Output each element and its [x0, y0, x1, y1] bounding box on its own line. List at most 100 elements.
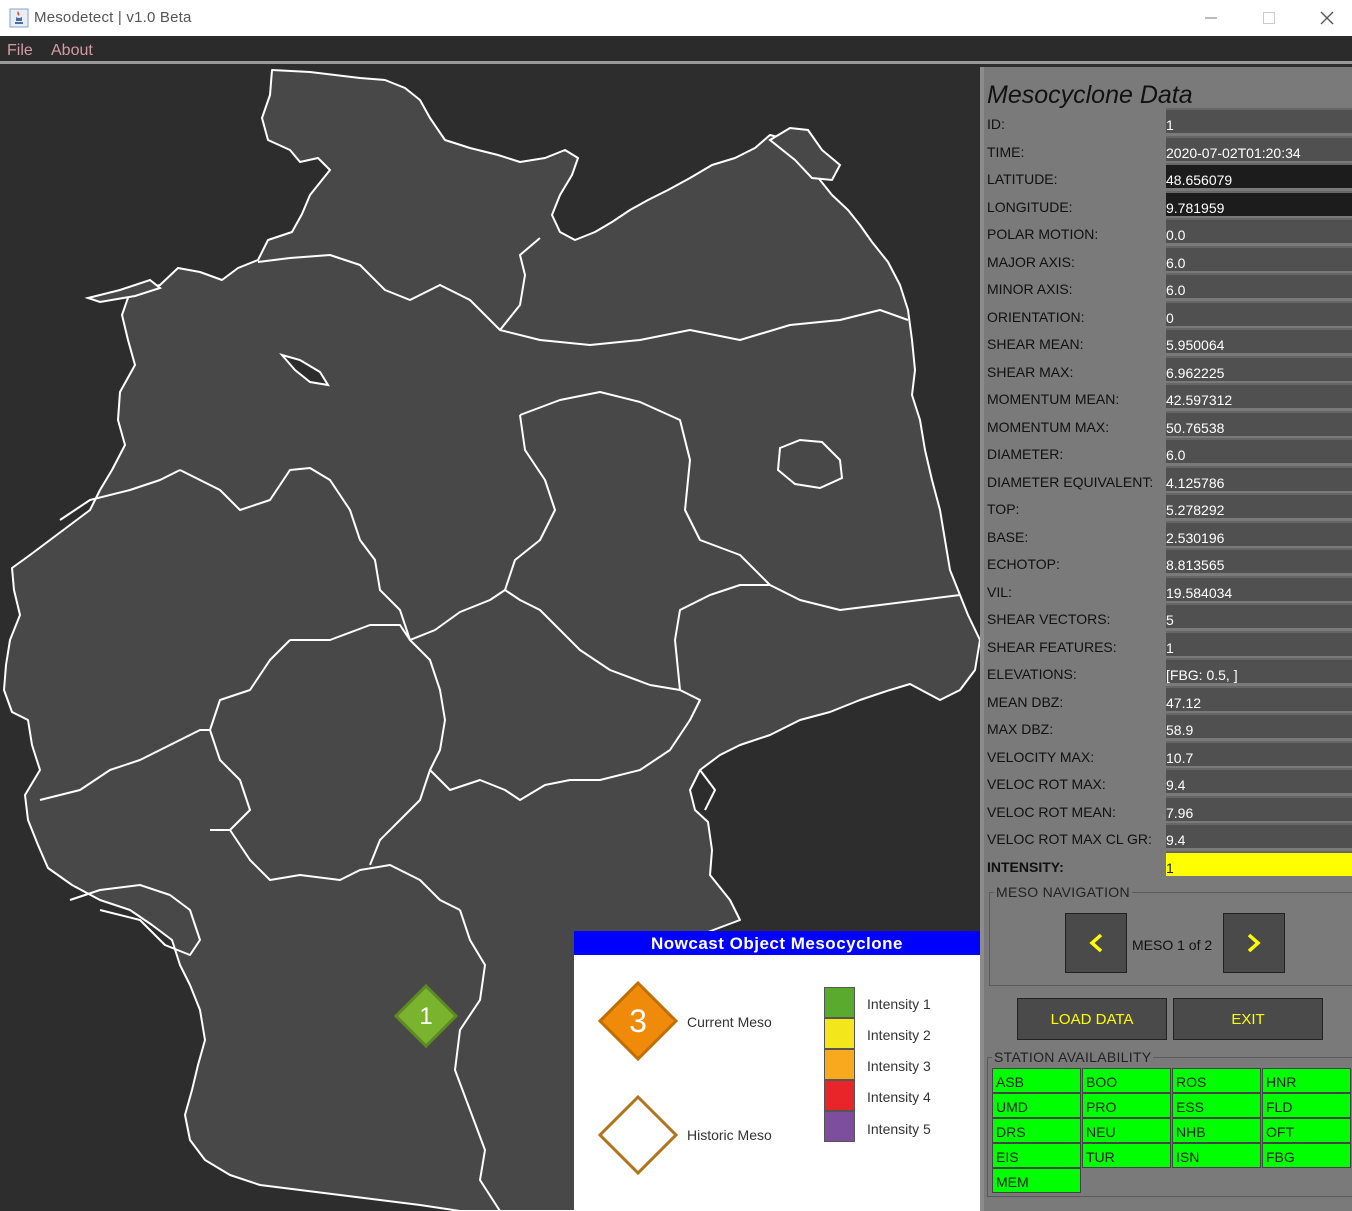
field-value[interactable]: 6.962225 — [1166, 355, 1352, 381]
menu-about[interactable]: About — [51, 42, 93, 60]
field-label: SHEAR MEAN: — [987, 336, 1084, 352]
field-value[interactable]: 6.0 — [1166, 245, 1352, 271]
field-label: ID: — [987, 116, 1005, 132]
field-label: ECHOTOP: — [987, 556, 1060, 572]
field-label: MOMENTUM MAX: — [987, 418, 1110, 435]
field-value[interactable]: 0 — [1166, 300, 1352, 326]
station-hnr: HNR — [1262, 1068, 1351, 1093]
field-value[interactable]: 9.4 — [1166, 823, 1352, 848]
menu-file[interactable]: File — [7, 42, 33, 60]
current-meso-icon: 3 — [598, 980, 679, 1062]
legend-title: Nowcast Object Mesocyclone — [574, 931, 980, 955]
close-button[interactable] — [1298, 0, 1352, 36]
field-value[interactable]: 48.656079 — [1166, 163, 1352, 188]
field-label: DIAMETER: — [987, 446, 1064, 462]
station-ros: ROS — [1172, 1068, 1261, 1093]
field-value[interactable]: 58.9 — [1166, 713, 1352, 738]
map-panel[interactable]: 1 Nowcast Object Mesocyclone 3 Current M… — [0, 67, 980, 1211]
chevron-left-icon — [1089, 933, 1103, 953]
station-eis: EIS — [992, 1143, 1081, 1168]
field-label: ORIENTATION: — [987, 308, 1085, 325]
field-label: VELOCITY MAX: — [987, 748, 1095, 765]
field-value[interactable]: [FBG: 0.5, ] — [1166, 658, 1352, 683]
field-value[interactable]: 9.4 — [1166, 768, 1352, 793]
station-availability-title: STATION AVAILABILITY — [992, 1049, 1154, 1065]
field-value[interactable]: 1 — [1166, 850, 1352, 876]
field-label: LONGITUDE: — [987, 198, 1073, 215]
intensity-3-swatch — [824, 1049, 855, 1080]
close-icon — [1320, 11, 1334, 25]
field-value[interactable]: 19.584034 — [1166, 575, 1352, 601]
field-label: LATITUDE: — [987, 171, 1058, 187]
field-value[interactable]: 6.0 — [1166, 273, 1352, 298]
field-value[interactable]: 4.125786 — [1166, 465, 1352, 491]
field-label: VELOC ROT MAX: — [987, 776, 1106, 792]
field-label: VELOC ROT MAX CL GR: — [987, 831, 1152, 847]
station-pro: PRO — [1082, 1093, 1171, 1118]
field-label: SHEAR FEATURES: — [987, 638, 1117, 655]
field-value[interactable]: 2020-07-02T01:20:34 — [1166, 135, 1352, 161]
exit-button[interactable]: EXIT — [1173, 998, 1323, 1040]
field-label: SHEAR VECTORS: — [987, 611, 1111, 627]
meso-navigation-group: MESO NAVIGATION MESO 1 of 2 — [989, 884, 1352, 986]
intensity-5-swatch — [824, 1111, 855, 1142]
maximize-icon — [1263, 12, 1275, 24]
intensity-5-label: Intensity 5 — [867, 1121, 931, 1137]
field-label: SHEAR MAX: — [987, 363, 1074, 380]
svg-text:3: 3 — [629, 1003, 647, 1039]
intensity-2-swatch — [824, 1018, 855, 1049]
field-label: BASE: — [987, 528, 1029, 545]
station-oft: OFT — [1262, 1118, 1351, 1143]
legend-panel: Nowcast Object Mesocyclone 3 Current Mes… — [574, 931, 980, 1211]
meso-count: MESO 1 of 2 — [1132, 937, 1213, 953]
field-label: INTENSITY: — [987, 858, 1064, 875]
field-label: TOP: — [987, 501, 1020, 517]
field-label: MAX DBZ: — [987, 721, 1054, 737]
field-label: MOMENTUM MEAN: — [987, 391, 1120, 407]
field-value[interactable]: 6.0 — [1166, 438, 1352, 463]
panel-title: Mesocyclone Data — [987, 81, 1193, 109]
maximize-button[interactable] — [1240, 0, 1298, 36]
station-fbg: FBG — [1262, 1143, 1351, 1168]
field-value[interactable]: 9.781959 — [1166, 190, 1352, 216]
load-data-button[interactable]: LOAD DATA — [1017, 998, 1167, 1040]
field-value[interactable]: 47.12 — [1166, 685, 1352, 711]
field-label: MEAN DBZ: — [987, 693, 1064, 710]
field-value[interactable]: 5.950064 — [1166, 328, 1352, 353]
field-value[interactable]: 1 — [1166, 108, 1352, 133]
field-label: TIME: — [987, 143, 1025, 160]
field-value[interactable]: 0.0 — [1166, 218, 1352, 243]
historic-meso-icon — [598, 1094, 679, 1176]
mesocyclone-data-panel: Mesocyclone Data ID: 1 TIME: 2020-07-02T01:… — [980, 67, 1352, 1211]
station-tur: TUR — [1082, 1143, 1171, 1168]
field-label: VELOC ROT MEAN: — [987, 803, 1116, 820]
field-value[interactable]: 10.7 — [1166, 740, 1352, 766]
field-label: ELEVATIONS: — [987, 666, 1077, 682]
field-value[interactable]: 42.597312 — [1166, 383, 1352, 408]
minimize-icon — [1205, 17, 1217, 19]
station-isn: ISN — [1172, 1143, 1261, 1168]
intensity-3-label: Intensity 3 — [867, 1058, 931, 1074]
previous-meso-button[interactable] — [1065, 913, 1127, 973]
field-value[interactable]: 2.530196 — [1166, 520, 1352, 546]
current-meso-label: Current Meso — [687, 1014, 772, 1030]
chevron-right-icon — [1247, 933, 1261, 953]
station-availability-group: STATION AVAILABILITY ASB BOO ROS HNR UMD PRO E… — [987, 1049, 1352, 1197]
station-nhb: NHB — [1172, 1118, 1261, 1143]
menu-bar: File About — [0, 36, 1352, 64]
window-title: Mesodetect | v1.0 Beta — [34, 9, 192, 26]
station-drs: DRS — [992, 1118, 1081, 1143]
field-value[interactable]: 5 — [1166, 603, 1352, 628]
field-label: DIAMETER EQUIVALENT: — [987, 473, 1154, 490]
next-meso-button[interactable] — [1223, 913, 1285, 973]
field-value[interactable]: 5.278292 — [1166, 493, 1352, 518]
minimize-button[interactable] — [1182, 0, 1240, 36]
intensity-4-swatch — [824, 1080, 855, 1111]
intensity-2-label: Intensity 2 — [867, 1027, 931, 1043]
field-value[interactable]: 8.813565 — [1166, 548, 1352, 573]
field-value[interactable]: 7.96 — [1166, 795, 1352, 821]
field-value[interactable]: 50.76538 — [1166, 410, 1352, 436]
field-value[interactable]: 1 — [1166, 630, 1352, 656]
intensity-4-label: Intensity 4 — [867, 1089, 931, 1105]
station-neu: NEU — [1082, 1118, 1171, 1143]
